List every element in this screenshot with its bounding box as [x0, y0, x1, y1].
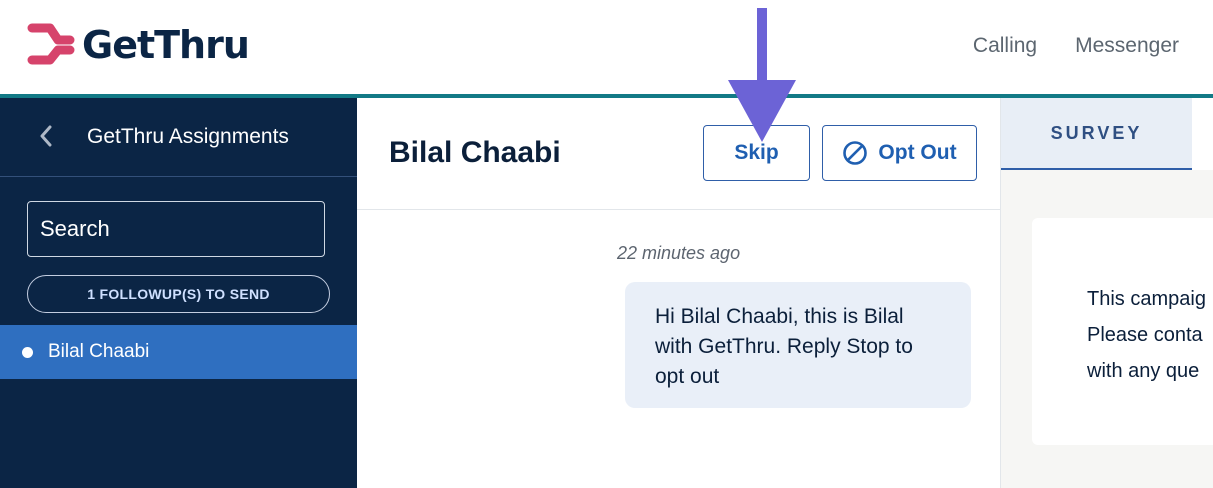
message-line: with GetThru. Reply Stop to [655, 335, 913, 358]
sidebar: GetThru Assignments 1 FOLLOWUP(S) TO SEN… [0, 98, 357, 488]
survey-panel: SURVEY This campaig Please conta with an… [1001, 98, 1213, 488]
message-line: Hi Bilal Chaabi, this is Bilal [655, 305, 904, 328]
top-bar: GetThru Calling Messenger [0, 0, 1213, 94]
dot-icon [22, 346, 33, 358]
survey-card-line: This campaig [1087, 288, 1206, 310]
message-line: opt out [655, 365, 720, 388]
nav-messenger[interactable]: Messenger [1075, 34, 1179, 58]
message-bubble: Hi Bilal Chaabi, this is Bilal with GetT… [625, 282, 971, 408]
nav-calling[interactable]: Calling [973, 34, 1037, 58]
skip-label: Skip [734, 141, 779, 164]
opt-out-label: Opt Out [878, 141, 957, 164]
sidebar-header: GetThru Assignments [0, 98, 357, 177]
sidebar-title: GetThru Assignments [87, 125, 289, 148]
tab-strip [1192, 98, 1213, 170]
logo-text: GetThru [82, 23, 250, 67]
contact-name: Bilal Chaabi [389, 136, 561, 169]
opt-out-button[interactable]: Opt Out [822, 125, 977, 181]
message-timestamp: 22 minutes ago [617, 243, 741, 263]
survey-card-text: This campaig Please conta with any que [1087, 281, 1213, 389]
followups-button[interactable]: 1 FOLLOWUP(S) TO SEND [27, 275, 330, 313]
survey-card-line: with any que [1087, 360, 1200, 382]
sidebar-item-label: Bilal Chaabi [48, 341, 150, 362]
survey-card-line: Please conta [1087, 324, 1203, 346]
sidebar-item-bilal-chaabi[interactable]: Bilal Chaabi [0, 325, 357, 379]
down-arrow-icon [728, 8, 796, 142]
gethru-logo-icon [27, 23, 75, 65]
logo[interactable]: GetThru [24, 20, 250, 70]
tab-survey[interactable]: SURVEY [1001, 98, 1192, 170]
conversation-panel: Bilal Chaabi Skip Opt Out 22 minutes ago… [357, 98, 1001, 488]
chevron-left-icon[interactable] [38, 124, 54, 148]
top-nav: Calling Messenger [973, 34, 1179, 58]
ban-icon [843, 141, 868, 165]
search-input[interactable] [27, 201, 325, 257]
conversation-header: Bilal Chaabi Skip Opt Out [357, 98, 1001, 210]
survey-card: This campaig Please conta with any que [1032, 218, 1213, 445]
